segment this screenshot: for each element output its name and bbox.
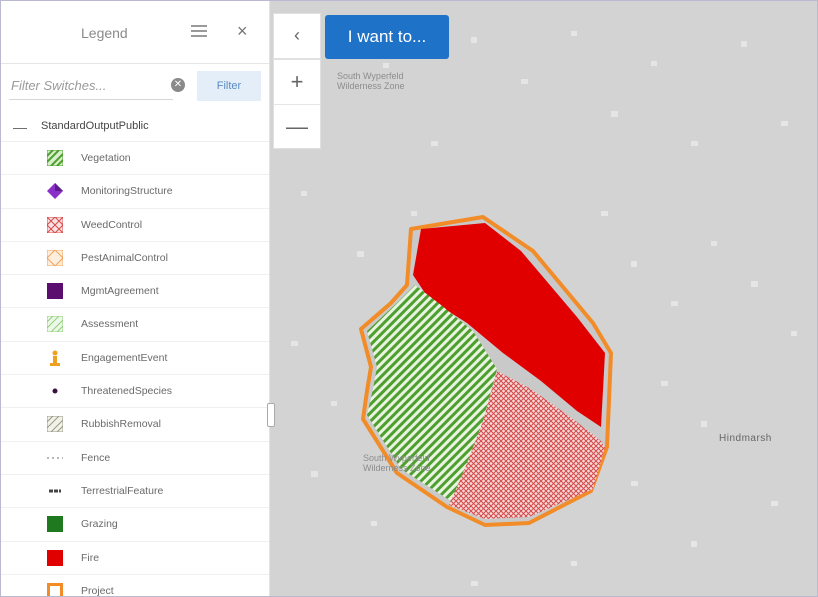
clear-icon[interactable]: ✕ [171,78,185,92]
legend-item-fence[interactable]: Fence [1,442,269,475]
filter-switches-input[interactable] [9,71,173,100]
collapse-group-icon[interactable]: — [13,119,27,135]
legend-item-label: EngagementEvent [81,351,168,364]
legend-item-label: Vegetation [81,152,131,164]
orange-outline-swatch-icon [47,582,63,596]
purple-fill-swatch-icon [47,283,63,300]
purple-diamond-icon [47,183,63,200]
legend-item-pest-animal-control[interactable]: PestAnimalControl [1,242,269,276]
legend-header: Legend × [1,1,269,64]
legend-panel: Legend × ✕ Filter — StandardOutputPublic… [1,1,275,597]
red-fill-swatch-icon [47,549,63,566]
legend-item-label: Fire [81,551,100,564]
legend-item-weed-control[interactable]: WeedControl [1,209,269,242]
legend-item-label: Fence [81,451,111,464]
legend-item-assessment[interactable]: Assessment [1,308,269,342]
green-hatch-swatch-icon [47,150,63,166]
area-label-south: South Wyperfeld Wilderness Zone [363,453,431,473]
darkgreen-fill-swatch-icon [47,516,63,533]
app-frame: South Wyperfeld Wilderness Zone South Wyp… [0,0,818,597]
legend-item-grazing[interactable]: Grazing [1,508,269,542]
area-label-north: South Wyperfeld Wilderness Zone [337,71,405,91]
filter-row: ✕ Filter [1,67,269,103]
legend-item-label: WeedControl [81,218,143,231]
legend-item-label: Project [81,584,114,597]
collapse-panel-button[interactable]: ‹ [273,13,321,59]
red-crosshatch-swatch-icon [47,216,63,233]
legend-group[interactable]: — StandardOutputPublic [1,113,269,142]
legend-item-label: MgmtAgreement [81,285,159,298]
legend-item-threatened-species[interactable]: ThreatenedSpecies [1,375,269,409]
filter-button[interactable]: Filter [197,71,261,101]
legend-item-engagement-event[interactable]: EngagementEvent [1,342,269,376]
legend-item-project[interactable]: Project [1,575,269,597]
legend-item-label: MonitoringStructure [81,185,173,198]
panel-resize-handle[interactable] [267,403,275,427]
line-swatch-icon [49,489,61,493]
legend-item-label: Assessment [81,318,139,331]
zoom-control: + — [273,59,321,149]
grey-hatch-swatch-icon [47,416,63,433]
legend-items: Vegetation MonitoringStructure WeedContr… [1,142,269,597]
legend-item-monitoring-structure[interactable]: MonitoringStructure [1,175,269,209]
legend-item-label: TerrestrialFeature [81,484,164,497]
legend-item-label: ThreatenedSpecies [81,385,173,398]
menu-icon[interactable] [191,25,207,39]
zoom-out-button[interactable]: — [274,104,320,149]
dashed-line-swatch-icon [47,456,63,459]
legend-item-mgmt-agreement[interactable]: MgmtAgreement [1,275,269,309]
legend-title: Legend [81,25,128,41]
legend-item-label: RubbishRemoval [81,418,161,431]
legend-item-terrestrial-feature[interactable]: TerrestrialFeature [1,475,269,509]
town-label: Hindmarsh [719,433,772,444]
zoom-in-button[interactable]: + [274,60,320,104]
person-icon [50,350,60,366]
legend-item-label: Grazing [81,518,118,531]
legend-item-vegetation[interactable]: Vegetation [1,142,269,176]
legend-item-label: PestAnimalControl [81,251,168,264]
close-icon[interactable]: × [237,21,248,42]
group-label: StandardOutputPublic [41,120,149,132]
legend-item-fire[interactable]: Fire [1,542,269,575]
i-want-to-button[interactable]: I want to... [325,15,449,59]
lightgreen-hatch-swatch-icon [47,316,63,333]
orange-crosshatch-swatch-icon [47,249,63,266]
legend-item-rubbish-removal[interactable]: RubbishRemoval [1,408,269,442]
dot-icon [52,388,58,394]
